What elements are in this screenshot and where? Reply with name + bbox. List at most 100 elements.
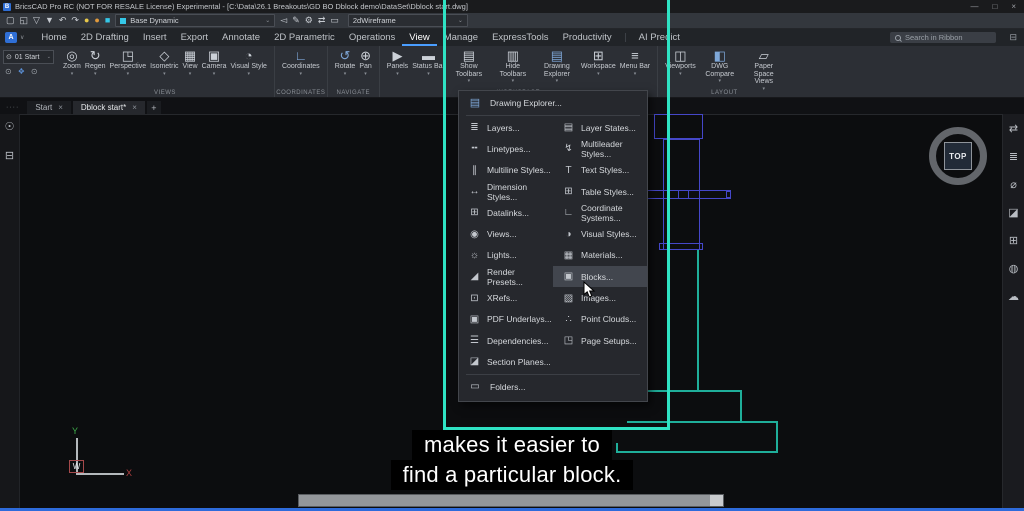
menu-item-views[interactable]: ◉ Views... — [459, 223, 553, 244]
swap-icon[interactable]: ⇄ — [318, 16, 326, 25]
menu-item-layers[interactable]: ≣ Layers... — [459, 117, 553, 138]
tab-view[interactable]: View — [402, 30, 437, 46]
redo-icon[interactable]: ↷ — [71, 16, 79, 25]
cloud-icon[interactable]: ☁ — [1008, 290, 1019, 303]
minimize-button[interactable]: — — [970, 2, 978, 11]
maximize-button[interactable]: □ — [992, 2, 997, 11]
menu-item-linetypes[interactable]: ╍ Linetypes... — [459, 138, 553, 159]
monitor-icon[interactable]: ▭ — [330, 16, 339, 25]
edit-icon[interactable]: ✎ — [292, 16, 300, 25]
menu-item-coordinate-systems[interactable]: ∟ Coordinate Systems... — [553, 202, 647, 223]
show-toolbars-button[interactable]: ▤ Show Toolbars ▾ — [449, 49, 489, 84]
menu-item-visual-styles[interactable]: ◑ Visual Styles... — [553, 223, 647, 244]
structure-icon[interactable]: ⊟ — [5, 149, 14, 162]
menu-item-dimension-styles[interactable]: ↔ Dimension Styles... — [459, 181, 553, 202]
tab-home[interactable]: Home — [34, 30, 73, 45]
tab-manage[interactable]: Manage — [437, 30, 485, 45]
view-cube-top-face[interactable]: TOP — [944, 142, 972, 170]
regen-button[interactable]: ↻ Regen ▾ — [85, 49, 106, 77]
menu-item-render-presets[interactable]: ◢ Render Presets... — [459, 266, 553, 287]
close-button[interactable]: × — [1011, 2, 1016, 11]
doc-tab-start[interactable]: Start × — [27, 101, 71, 114]
save-as-icon[interactable]: ▼ — [45, 16, 54, 25]
menu-item-pdf-underlays[interactable]: ▣ PDF Underlays... — [459, 309, 553, 330]
dwg-compare-button[interactable]: ◧ DWG Compare ▾ — [700, 49, 740, 84]
menu-item-blocks[interactable]: ▣ Blocks... — [553, 266, 647, 288]
tab-export[interactable]: Export — [174, 30, 215, 45]
constraints-icon[interactable]: ⇄ — [1009, 122, 1018, 135]
rotate-button[interactable]: ↺ Rotate ▾ — [335, 49, 356, 77]
new-file-icon[interactable]: ▢ — [6, 16, 15, 25]
paper-space-views-button[interactable]: ▱ Paper Space Views ▾ — [744, 49, 784, 92]
zoom-button[interactable]: ◎ Zoom ▾ — [63, 49, 81, 77]
swatch-icon[interactable]: ■ — [105, 16, 110, 25]
menu-item-table-styles[interactable]: ⊞ Table Styles... — [553, 181, 647, 202]
pan-button[interactable]: ⊕ Pan ▾ — [359, 49, 371, 77]
search-ribbon-box[interactable]: Search in Ribbon — [890, 32, 996, 43]
tab-annotate[interactable]: Annotate — [215, 30, 267, 45]
layer-dropdown[interactable]: ⊙ 01 Start ⌄ — [3, 50, 54, 64]
open-file-icon[interactable]: ◱ — [20, 16, 29, 25]
layer-lock-icon[interactable]: ⊙ — [31, 67, 38, 76]
tips-icon[interactable]: ☉ — [5, 120, 15, 133]
coordinates-button[interactable]: ∟ Coordinates ▾ — [282, 49, 320, 77]
pick-icon[interactable]: ◅ — [280, 16, 287, 25]
view-button[interactable]: ▦ View ▾ — [183, 49, 198, 77]
menu-item-drawing-explorer[interactable]: ▤ Drawing Explorer... — [459, 91, 647, 114]
close-tab-icon[interactable]: × — [58, 103, 63, 112]
workspace-button[interactable]: ⊞ Workspace ▾ — [581, 49, 616, 77]
render-panel-icon[interactable]: ◪ — [1008, 206, 1018, 219]
camera-button[interactable]: ▣ Camera ▾ — [202, 49, 227, 77]
components-panel-icon[interactable]: ⊞ — [1009, 234, 1018, 247]
menu-item-datalinks[interactable]: ⊞ Datalinks... — [459, 202, 553, 223]
tab-2d-drafting[interactable]: 2D Drafting — [74, 30, 136, 45]
view-cube[interactable]: TOP — [929, 127, 987, 185]
tab-ai-predict[interactable]: AI Predict — [632, 30, 687, 45]
menu-item-xrefs[interactable]: ⊡ XRefs... — [459, 287, 553, 308]
bulb-icon[interactable]: ● — [84, 16, 89, 25]
assistant-icon[interactable]: ◍ — [1009, 262, 1019, 275]
tab-insert[interactable]: Insert — [136, 30, 174, 45]
menu-bar-button[interactable]: ≡ Menu Bar ▾ — [620, 49, 650, 77]
menu-item-dependencies[interactable]: ☰ Dependencies... — [459, 330, 553, 351]
layer-freeze-icon[interactable]: ❖ — [18, 67, 25, 76]
horizontal-scrollbar[interactable] — [298, 494, 724, 507]
tab-productivity[interactable]: Productivity — [556, 30, 619, 45]
menu-item-multiline-styles[interactable]: ∥ Multiline Styles... — [459, 160, 553, 181]
layer-visibility-icon[interactable]: ⊙ — [5, 67, 12, 76]
menu-item-materials[interactable]: ▦ Materials... — [553, 245, 647, 266]
layers-panel-icon[interactable]: ≣ — [1009, 150, 1018, 163]
drawing-explorer-button[interactable]: ▤ Drawing Explorer ▾ — [537, 49, 577, 84]
menu-item-folders[interactable]: ▭ Folders... — [459, 376, 647, 398]
hide-toolbars-button[interactable]: ▥ Hide Toolbars ▾ — [493, 49, 533, 84]
panels-button[interactable]: ▶ Panels ▾ — [387, 49, 408, 77]
new-tab-button[interactable]: + — [146, 101, 161, 114]
menu-item-point-clouds[interactable]: ∴ Point Clouds... — [553, 309, 647, 330]
tab-overflow-dots[interactable]: ···· — [6, 104, 19, 111]
menu-item-layer-states[interactable]: ▤ Layer States... — [553, 117, 647, 138]
settings-gear-icon[interactable]: ⚙ — [305, 16, 313, 25]
visual-style-button[interactable]: ◔ Visual Style ▾ — [230, 49, 266, 77]
workspace-dropdown[interactable]: Base Dynamic ⌄ — [115, 14, 276, 27]
sun-icon[interactable]: ● — [94, 16, 99, 25]
visual-style-dropdown[interactable]: 2dWireframe ⌄ — [347, 14, 468, 27]
menu-item-section-planes[interactable]: ◪ Section Planes... — [459, 351, 553, 372]
isometric-button[interactable]: ◇ Isometric ▾ — [150, 49, 178, 77]
scrollbar-thumb-cap[interactable] — [710, 495, 723, 506]
menu-item-text-styles[interactable]: T Text Styles... — [553, 160, 647, 181]
tab-operations[interactable]: Operations — [342, 30, 402, 45]
tab-expresstools[interactable]: ExpressTools — [485, 30, 556, 45]
perspective-button[interactable]: ◳ Perspective ▾ — [110, 49, 147, 77]
undo-icon[interactable]: ↶ — [59, 16, 67, 25]
tab-2d-parametric[interactable]: 2D Parametric — [267, 30, 342, 45]
menu-item-images[interactable]: ▨ Images... — [553, 287, 647, 308]
menu-item-lights[interactable]: ☼ Lights... — [459, 245, 553, 266]
save-icon[interactable]: ▽ — [33, 16, 40, 25]
viewports-button[interactable]: ◫ Viewports ▾ — [665, 49, 696, 77]
menu-item-page-setups[interactable]: ◳ Page Setups... — [553, 330, 647, 351]
close-tab-icon[interactable]: × — [132, 103, 137, 112]
doc-tab-dblock-start[interactable]: Dblock start* × — [72, 101, 145, 114]
status-bar-button[interactable]: ▬ Status Bar ▾ — [412, 49, 445, 77]
menu-item-multileader-styles[interactable]: ↯ Multileader Styles... — [553, 138, 647, 159]
application-menu-button[interactable]: A — [5, 32, 17, 43]
